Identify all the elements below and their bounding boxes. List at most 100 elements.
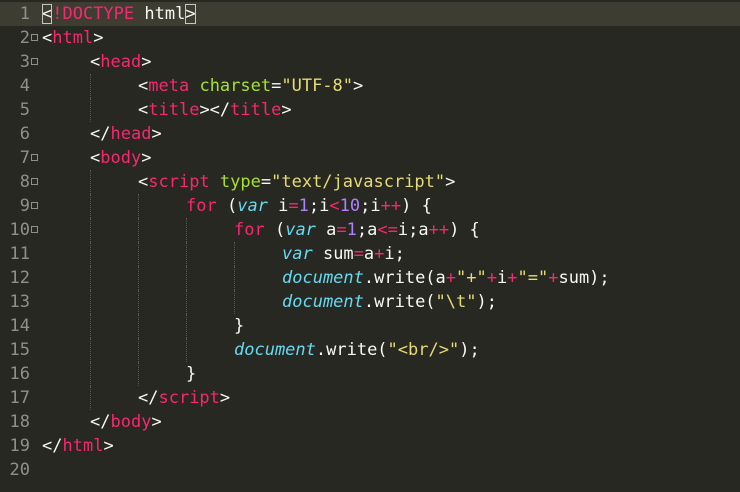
code-token: </ — [90, 124, 111, 144]
fold-marker-icon[interactable] — [31, 226, 38, 233]
line-number: 20 — [9, 460, 30, 480]
code-token: ;a — [356, 220, 378, 240]
indent-guide — [138, 362, 139, 386]
code-token: > — [141, 148, 152, 168]
code-token: "text/javascript" — [271, 172, 446, 192]
code-token: charset — [199, 76, 272, 96]
line-number: 12 — [9, 268, 30, 288]
code-line[interactable]: 18 </body> — [0, 410, 740, 434]
code-line[interactable]: 12 document.write(a+"+"+i+"="+sum); — [0, 266, 740, 290]
code-token: var — [237, 196, 268, 216]
line-number: 3 — [19, 52, 30, 72]
code-text: <title></title> — [138, 98, 292, 122]
code-line[interactable]: 20 — [0, 458, 740, 482]
code-line[interactable]: 3 <head> — [0, 50, 740, 74]
fold-marker-icon[interactable] — [31, 202, 38, 209]
code-token: script — [158, 388, 220, 408]
code-token: document — [234, 340, 316, 360]
code-line[interactable]: 4 <meta charset="UTF-8"> — [0, 74, 740, 98]
code-token: ++ — [380, 196, 402, 216]
code-token: i — [497, 268, 508, 288]
code-text: <body> — [90, 146, 151, 170]
indent-guide — [186, 314, 187, 338]
line-number: 9 — [19, 196, 30, 216]
code-token: html — [52, 28, 94, 48]
indent-guide — [186, 242, 187, 266]
code-line[interactable]: 14} — [0, 314, 740, 338]
code-line[interactable]: 16} — [0, 362, 740, 386]
code-token: for — [186, 196, 217, 216]
code-token: <= — [377, 220, 398, 240]
code-token: 1 — [298, 196, 309, 216]
code-token: > — [281, 100, 292, 120]
code-token: < — [329, 196, 340, 216]
code-text: } — [186, 362, 196, 386]
indent-guide — [90, 290, 91, 314]
code-text: for (var i=1;i<10;i++) { — [186, 194, 432, 218]
code-token: = — [353, 244, 364, 264]
indent-guide — [138, 194, 139, 218]
code-line[interactable]: 15 document.write("<br/>"); — [0, 338, 740, 362]
fold-marker-icon[interactable] — [31, 34, 38, 41]
code-token: < — [42, 4, 53, 24]
code-text: <meta charset="UTF-8"> — [138, 74, 363, 98]
line-number: 17 — [9, 388, 30, 408]
code-line[interactable]: 5 <title></title> — [0, 98, 740, 122]
code-line[interactable]: 6 </head> — [0, 122, 740, 146]
code-token: ( — [264, 220, 286, 240]
indent-guide — [138, 314, 139, 338]
code-token: i; — [384, 244, 405, 264]
code-line[interactable]: 9 for (var i=1;i<10;i++) { — [0, 194, 740, 218]
code-token: + — [507, 268, 518, 288]
code-token: html — [62, 436, 104, 456]
code-token: a — [315, 220, 337, 240]
indent-guide — [90, 170, 91, 194]
line-number: 11 — [9, 244, 30, 264]
indent-guide — [234, 290, 235, 314]
code-token: body — [110, 412, 152, 432]
code-token: .write(a — [363, 268, 446, 288]
code-token: "\t" — [435, 292, 477, 312]
code-token: ++ — [428, 220, 450, 240]
code-token: > — [151, 124, 162, 144]
code-token: } — [234, 316, 245, 336]
code-token: "+" — [456, 268, 487, 288]
code-token: var — [285, 220, 316, 240]
code-token: !DOCTYPE — [52, 4, 135, 24]
line-number: 2 — [19, 28, 30, 48]
fold-marker-icon[interactable] — [31, 154, 38, 161]
code-line[interactable]: 8 <script type="text/javascript"> — [0, 170, 740, 194]
code-token: script — [148, 172, 210, 192]
line-number: 15 — [9, 340, 30, 360]
code-line[interactable]: 17 </script> — [0, 386, 740, 410]
line-number: 7 — [19, 148, 30, 168]
code-line[interactable]: 10 for (var a=1;a<=i;a++) { — [0, 218, 740, 242]
fold-marker-icon[interactable] — [31, 178, 38, 185]
code-token: = — [260, 172, 272, 192]
code-text: </script> — [138, 386, 230, 410]
code-line[interactable]: 2 <html> — [0, 26, 740, 50]
code-token: > — [103, 436, 114, 456]
code-text: document.write("<br/>"); — [234, 338, 480, 362]
indent-guide — [90, 218, 91, 242]
indent-guide — [90, 362, 91, 386]
code-line[interactable]: 1 <!DOCTYPE html> — [0, 2, 740, 26]
code-token: + — [548, 268, 559, 288]
code-line[interactable]: 7 <body> — [0, 146, 740, 170]
code-line[interactable]: 13 document.write("\t"); — [0, 290, 740, 314]
code-token: a — [363, 244, 375, 264]
code-token: > — [151, 412, 162, 432]
code-line[interactable]: 19 </html> — [0, 434, 740, 458]
indent-guide — [186, 266, 187, 290]
line-number: 1 — [19, 4, 30, 24]
indent-guide — [186, 218, 187, 242]
code-text: for (var a=1;a<=i;a++) { — [234, 218, 480, 242]
indent-guide — [90, 194, 91, 218]
code-line[interactable]: 11 var sum=a+i; — [0, 242, 740, 266]
code-token: body — [100, 148, 142, 168]
line-number: 5 — [19, 100, 30, 120]
code-token: } — [186, 364, 197, 384]
code-token: + — [486, 268, 497, 288]
fold-marker-icon[interactable] — [31, 58, 38, 65]
code-editor[interactable]: 1 <!DOCTYPE html> 2 <html> 3 <head> 4 <meta cha… — [0, 0, 740, 492]
